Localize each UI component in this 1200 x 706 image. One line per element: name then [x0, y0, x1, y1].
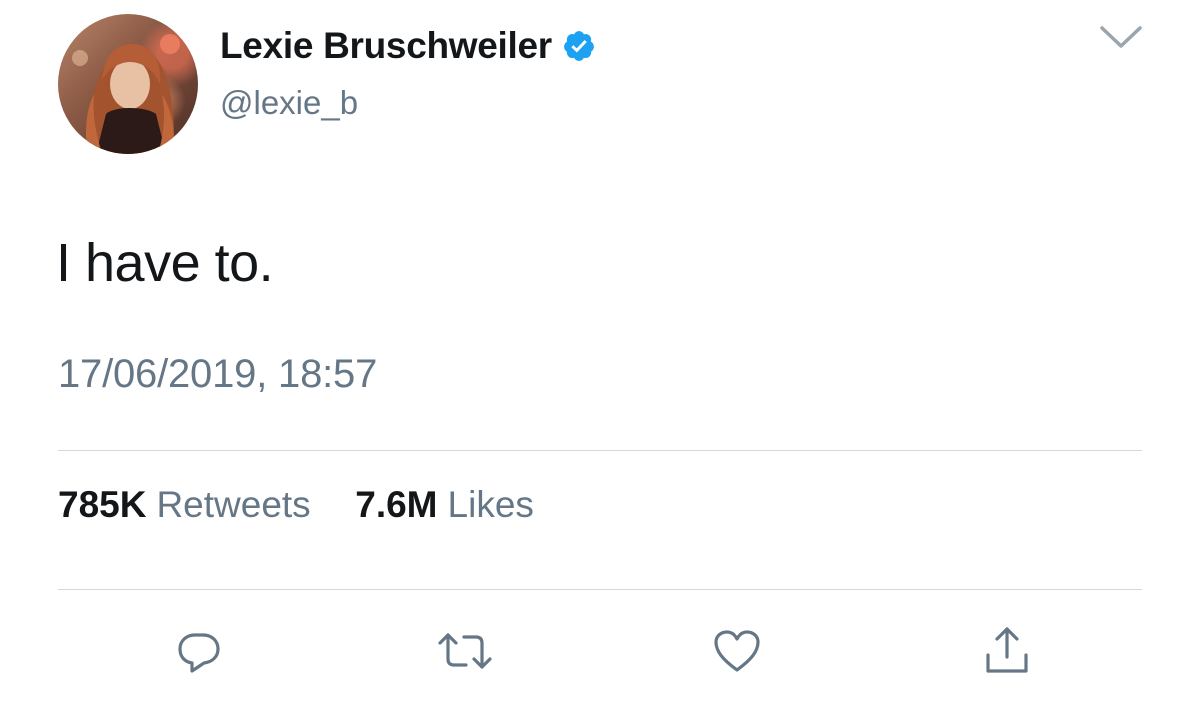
- retweet-button[interactable]: [438, 626, 492, 680]
- action-bar: [0, 626, 1200, 680]
- tweet-timestamp[interactable]: 17/06/2019, 18:57: [58, 352, 377, 397]
- divider: [58, 589, 1142, 590]
- verified-badge-icon: [562, 29, 596, 63]
- engagement-stats: 785K Retweets 7.6M Likes: [58, 484, 534, 526]
- heart-icon: [712, 628, 762, 679]
- chevron-down-icon[interactable]: [1098, 22, 1144, 52]
- author-name-row[interactable]: Lexie Bruschweiler: [220, 24, 596, 68]
- avatar[interactable]: [58, 14, 198, 154]
- retweet-icon: [436, 627, 494, 680]
- reply-icon: [175, 627, 223, 680]
- reply-button[interactable]: [172, 626, 226, 680]
- like-button[interactable]: [710, 626, 764, 680]
- retweets-label: Retweets: [156, 484, 311, 525]
- likes-stat[interactable]: 7.6M Likes: [345, 484, 534, 525]
- share-button[interactable]: [980, 626, 1034, 680]
- share-icon: [983, 625, 1031, 682]
- tweet-text: I have to.: [56, 233, 274, 293]
- retweets-count: 785K: [58, 484, 147, 525]
- author-display-name[interactable]: Lexie Bruschweiler: [220, 25, 552, 67]
- divider: [58, 450, 1142, 451]
- author-handle[interactable]: @lexie_b: [220, 84, 358, 122]
- likes-label: Likes: [447, 484, 534, 525]
- retweets-stat[interactable]: 785K Retweets: [58, 484, 321, 525]
- likes-count: 7.6M: [355, 484, 438, 525]
- avatar-photo: [72, 34, 180, 154]
